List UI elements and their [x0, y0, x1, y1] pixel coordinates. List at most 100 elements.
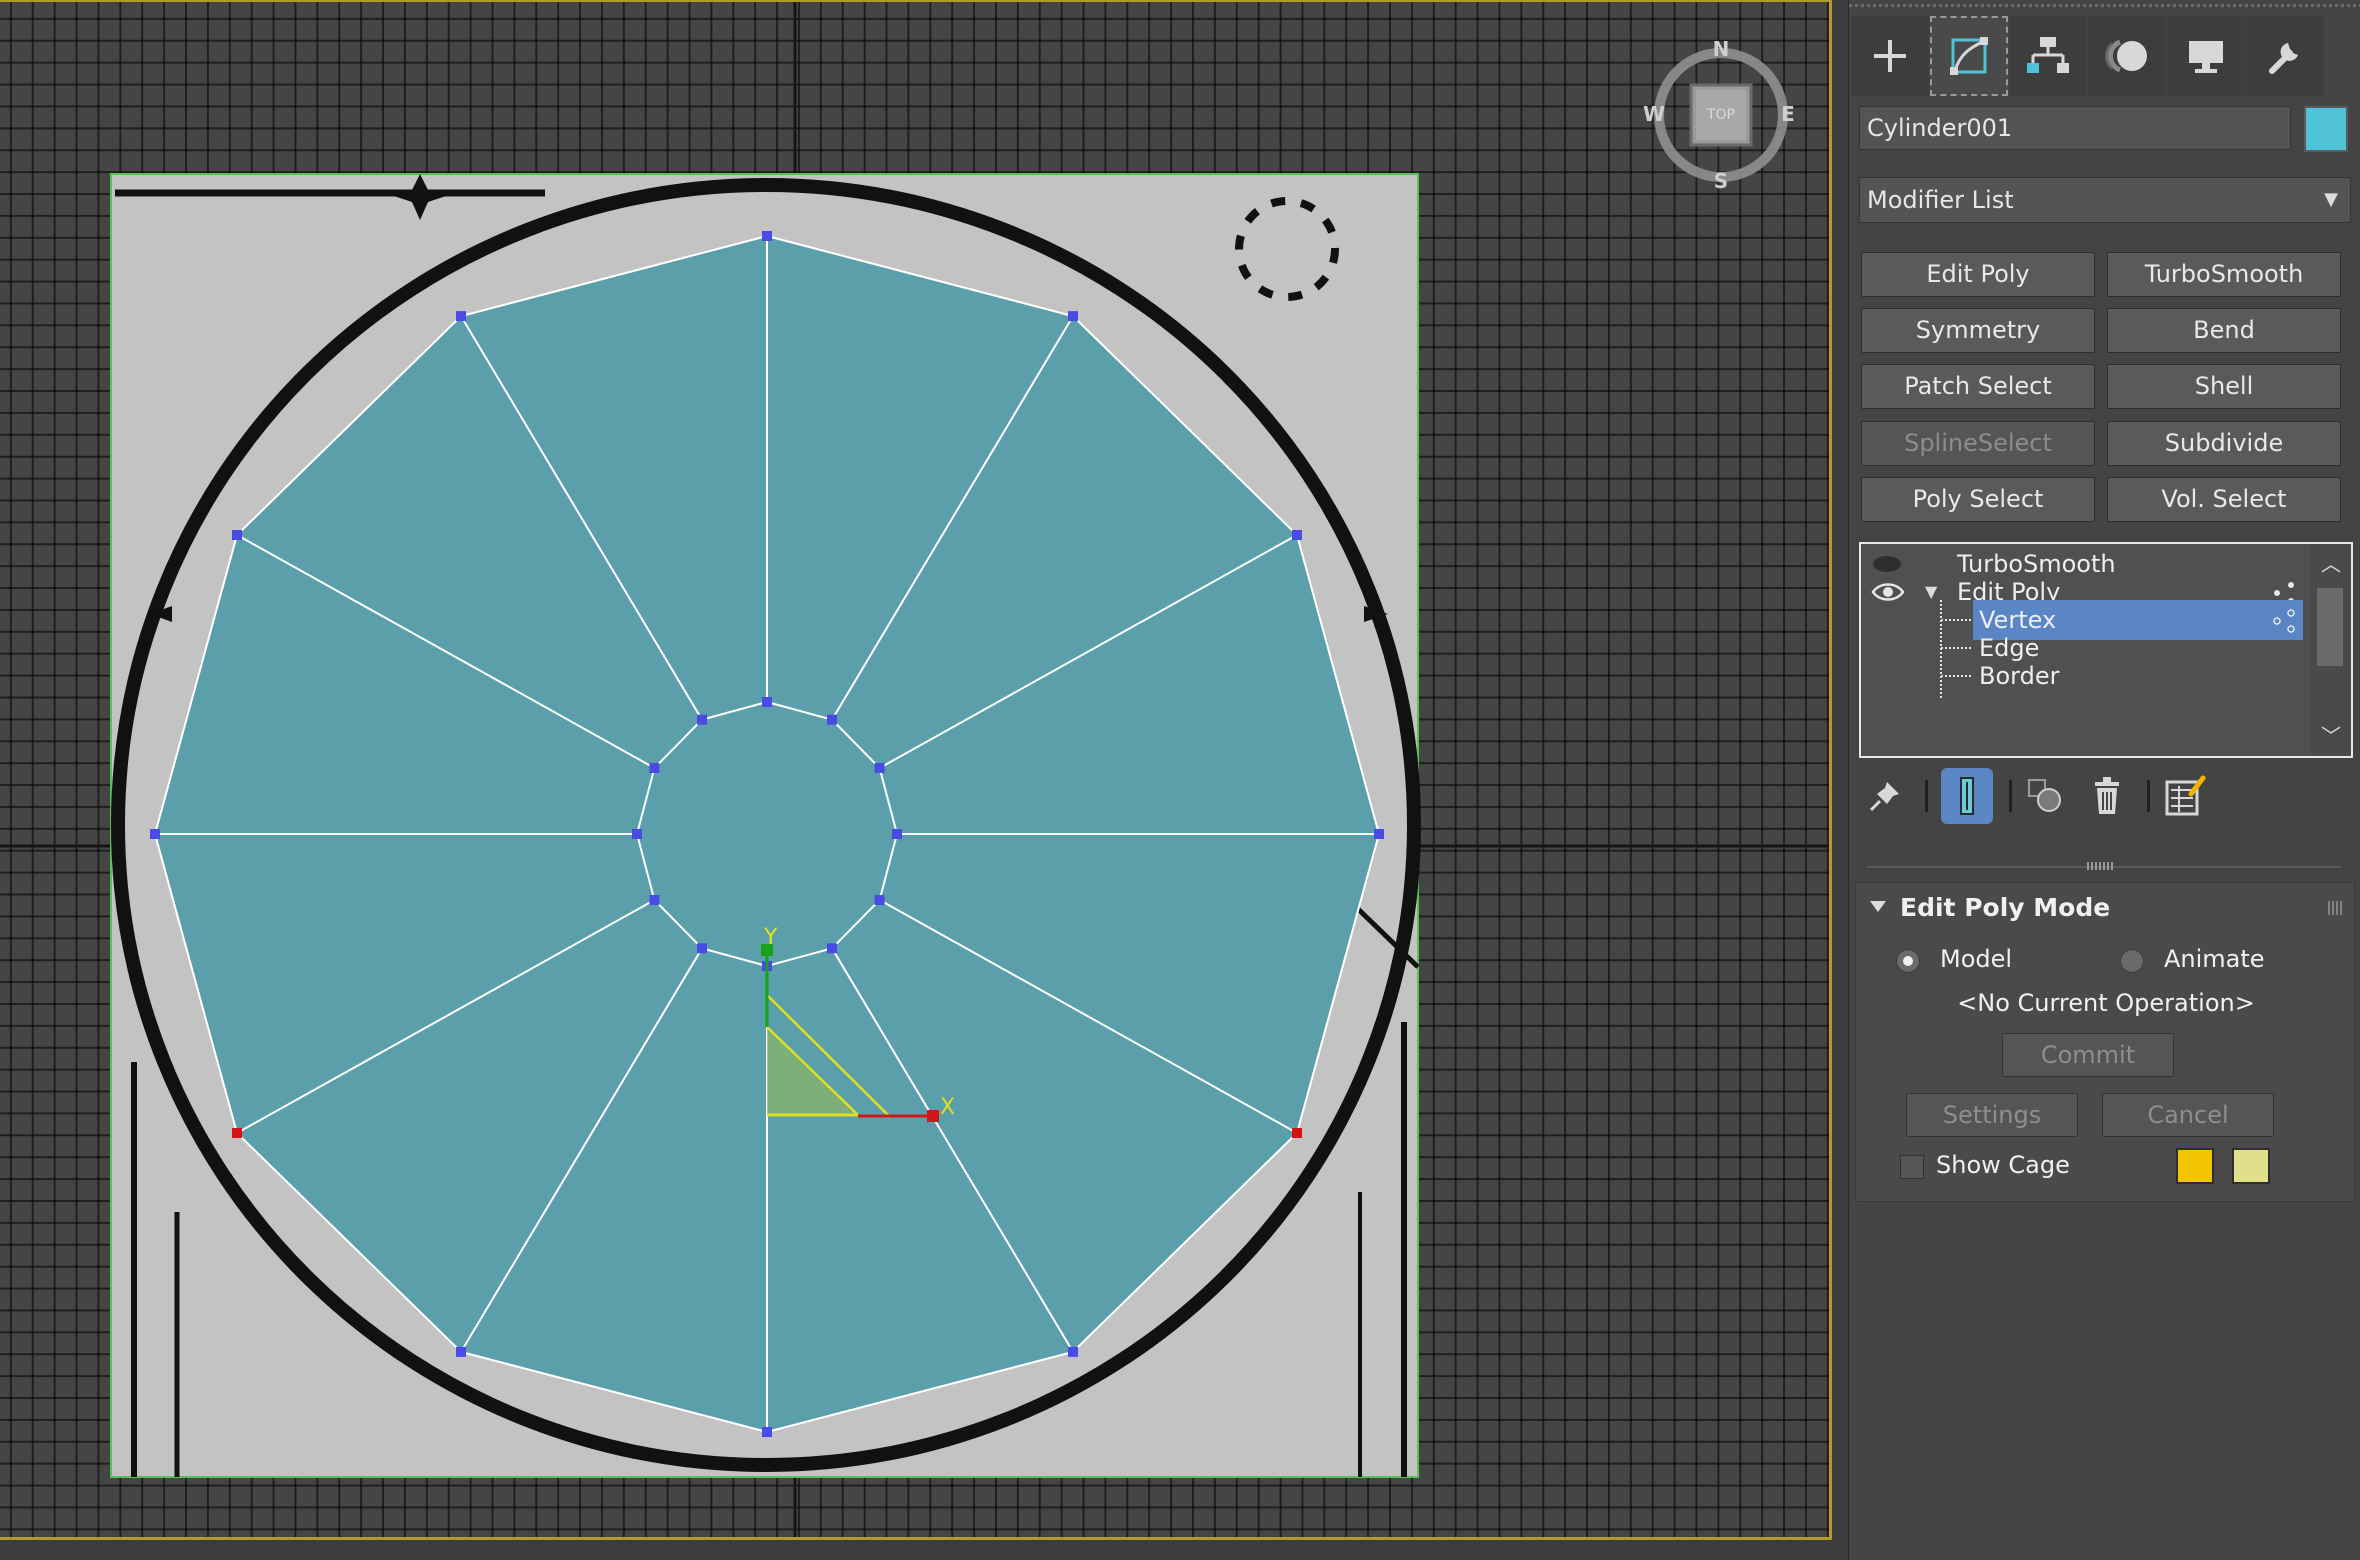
commit-button[interactable]: Commit — [2002, 1033, 2174, 1077]
stack-label-vertex: Vertex — [1979, 606, 2057, 634]
motion-tab[interactable] — [2088, 16, 2166, 96]
mesh-vertex[interactable] — [649, 763, 660, 773]
stack-label-border: Border — [1979, 662, 2060, 690]
animate-radio[interactable] — [2120, 949, 2144, 973]
mesh-vertex[interactable] — [827, 714, 837, 725]
subdivide-button[interactable]: Subdivide — [2107, 421, 2341, 466]
animate-label: Animate — [2164, 945, 2265, 973]
viewport-canvas[interactable]: X Y TOP N S E W — [0, 2, 1832, 1540]
object-color-swatch[interactable] — [2304, 106, 2348, 152]
cage-color-swatch[interactable] — [2176, 1148, 2214, 1184]
compass-east[interactable]: E — [1781, 102, 1795, 126]
mesh-vertex[interactable] — [1068, 311, 1078, 322]
collapse-triangle-icon[interactable] — [1870, 901, 1886, 912]
modifier-list-dropdown[interactable]: Modifier List ▼ — [1859, 177, 2351, 223]
make-unique-icon — [2028, 779, 2061, 812]
settings-button[interactable]: Settings — [1906, 1093, 2078, 1137]
edit-poly-button[interactable]: Edit Poly — [1861, 252, 2095, 297]
bend-button[interactable]: Bend — [2107, 308, 2341, 353]
viewport-top[interactable]: X Y TOP N S E W — [0, 0, 1832, 1540]
chevron-down-icon: ▼ — [2324, 189, 2338, 210]
show-cage-label: Show Cage — [1936, 1151, 2070, 1179]
cancel-button[interactable]: Cancel — [2102, 1093, 2274, 1137]
command-panel: Cylinder001 Modifier List ▼ Edit Poly Tu… — [1848, 0, 2360, 1560]
toolbar-separator — [1925, 780, 1928, 812]
pin-icon — [1869, 782, 1899, 812]
compass-north[interactable]: N — [1713, 37, 1730, 61]
show-end-result-button[interactable] — [1941, 768, 1993, 824]
viewcube[interactable]: TOP N S E W — [1643, 37, 1795, 193]
divider-grip[interactable] — [2087, 862, 2113, 870]
toolbar-separator — [2009, 780, 2012, 812]
edit-poly-mode-rollout: Edit Poly Mode Model Animate <No Current… — [1855, 882, 2355, 1202]
utilities-tab[interactable] — [2246, 16, 2324, 96]
hierarchy-icon — [2027, 37, 2069, 73]
mesh-vertex[interactable] — [231, 530, 242, 540]
gizmo-x-label: X — [940, 1095, 955, 1120]
spline-select-button[interactable]: SplineSelect — [1861, 421, 2095, 466]
current-operation-status: <No Current Operation> — [1957, 989, 2255, 1017]
modify-tab[interactable] — [1930, 16, 2008, 96]
mesh-vertex[interactable] — [1068, 1346, 1078, 1357]
mesh-vertex[interactable] — [762, 1427, 772, 1437]
mesh-vertex-selected[interactable] — [231, 1128, 242, 1138]
remove-modifier-button[interactable] — [2081, 768, 2133, 824]
mesh-vertex[interactable] — [649, 895, 660, 905]
configure-sets-icon — [2165, 775, 2206, 816]
stack-scrollbar[interactable]: ︿ ﹀ — [2311, 544, 2351, 756]
compass-south[interactable]: S — [1714, 169, 1728, 193]
rollout-grip-icon[interactable] — [2328, 901, 2342, 915]
model-label: Model — [1940, 945, 2013, 973]
chevron-up-icon[interactable]: ︿ — [2311, 544, 2351, 584]
scroll-thumb[interactable] — [2317, 588, 2343, 666]
trash-icon — [2095, 777, 2119, 814]
wrench-icon — [2269, 43, 2298, 74]
mesh-vertex[interactable] — [697, 943, 707, 954]
gizmo-y-label: Y — [763, 925, 778, 950]
turbosmooth-button[interactable]: TurboSmooth — [2107, 252, 2341, 297]
motion-sphere-icon — [2105, 39, 2147, 73]
mesh-vertex[interactable] — [632, 829, 642, 839]
mesh-vertex-selected[interactable] — [1292, 1128, 1303, 1138]
rollout-title[interactable]: Edit Poly Mode — [1900, 893, 2110, 922]
shell-button[interactable]: Shell — [2107, 364, 2341, 409]
mesh-vertex[interactable] — [874, 895, 885, 905]
panel-grip[interactable] — [1849, 4, 2360, 7]
stack-item-border[interactable]: Border — [1861, 656, 2309, 698]
mesh-vertex[interactable] — [697, 714, 707, 725]
pin-stack-button[interactable] — [1859, 768, 1911, 824]
model-radio[interactable] — [1896, 949, 1920, 973]
mesh-vertex[interactable] — [456, 1346, 466, 1357]
hierarchy-tab[interactable] — [2009, 16, 2087, 96]
mesh-vertex[interactable] — [456, 311, 466, 322]
mesh-vertex[interactable] — [762, 697, 772, 707]
show-cage-checkbox[interactable] — [1900, 1155, 1924, 1179]
chevron-down-icon[interactable]: ﹀ — [2311, 716, 2351, 756]
vol-select-button[interactable]: Vol. Select — [2107, 477, 2341, 522]
cage-selected-color-swatch[interactable] — [2232, 1148, 2270, 1184]
poly-select-button[interactable]: Poly Select — [1861, 477, 2095, 522]
mesh-vertex[interactable] — [1292, 530, 1303, 540]
modifier-stack[interactable]: TurboSmooth ▼ Edit Poly Vertex Edge Bord… — [1859, 542, 2353, 758]
object-name-field[interactable]: Cylinder001 — [1859, 106, 2291, 150]
toolbar-separator — [2147, 780, 2150, 812]
modifier-list-label: Modifier List — [1867, 186, 2014, 214]
configure-modifier-sets-button[interactable] — [2159, 768, 2211, 824]
modify-curve-icon — [1950, 37, 1988, 75]
display-tab[interactable] — [2167, 16, 2245, 96]
gizmo-x-handle[interactable] — [927, 1110, 939, 1122]
symmetry-button[interactable]: Symmetry — [1861, 308, 2095, 353]
command-panel-tabs — [1851, 16, 2356, 98]
mesh-vertex[interactable] — [150, 829, 160, 839]
patch-select-button[interactable]: Patch Select — [1861, 364, 2095, 409]
compass-west[interactable]: W — [1643, 102, 1665, 126]
monitor-icon — [2189, 41, 2223, 73]
create-tab[interactable] — [1851, 16, 1929, 96]
mesh-vertex[interactable] — [892, 829, 902, 839]
mesh-vertex[interactable] — [762, 231, 772, 241]
mesh-vertex[interactable] — [874, 763, 885, 773]
mesh-vertex[interactable] — [1374, 829, 1384, 839]
mesh-vertex[interactable] — [827, 943, 837, 954]
make-unique-button[interactable] — [2021, 768, 2073, 824]
tree-line-icon — [1940, 656, 1971, 698]
